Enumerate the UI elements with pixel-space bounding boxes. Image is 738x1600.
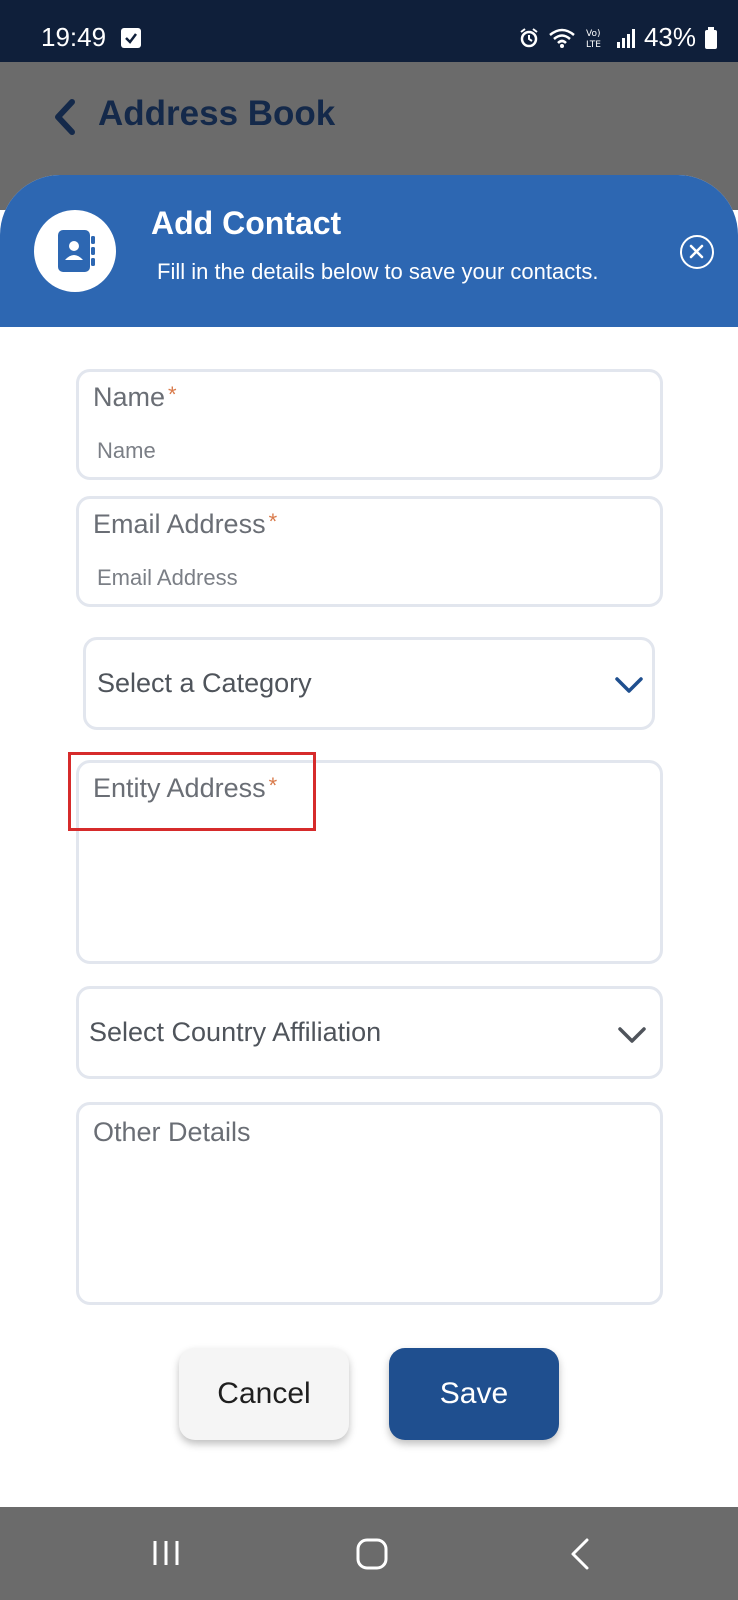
battery-percentage: 43% xyxy=(643,22,696,52)
name-input[interactable]: Name xyxy=(97,438,156,464)
cancel-button[interactable]: Cancel xyxy=(179,1348,349,1440)
category-select-value: Select a Category xyxy=(97,668,312,698)
country-select-value: Select Country Affiliation xyxy=(89,1017,382,1047)
email-field[interactable]: Email Address * Email Address xyxy=(76,496,663,607)
chevron-down-icon xyxy=(618,1027,646,1043)
country-select[interactable]: Select Country Affiliation xyxy=(76,986,663,1079)
modal-title: Add Contact xyxy=(151,205,342,241)
chevron-down-icon xyxy=(615,677,643,693)
close-icon[interactable] xyxy=(680,235,714,269)
highlight-box xyxy=(68,752,316,831)
svg-text:Vo): Vo) xyxy=(586,29,600,39)
nav-back-icon[interactable] xyxy=(568,1537,592,1571)
status-icons: Vo) LTE 43% xyxy=(518,22,718,53)
signal-icon xyxy=(616,28,635,48)
other-details-label: Other Details xyxy=(93,1117,251,1147)
status-time: 19:49 xyxy=(41,22,107,52)
recents-icon[interactable] xyxy=(150,1537,182,1569)
svg-text:LTE: LTE xyxy=(586,40,601,50)
name-label: Name * xyxy=(93,382,177,412)
wifi-icon xyxy=(549,28,575,48)
modal-subtitle: Fill in the details below to save your c… xyxy=(157,259,599,284)
contact-book-icon xyxy=(34,210,116,292)
volte-icon: Vo)LTE xyxy=(586,29,601,50)
system-nav-bar xyxy=(0,1507,738,1600)
checkbox-icon xyxy=(121,28,141,48)
email-input[interactable]: Email Address xyxy=(97,565,238,591)
category-select[interactable]: Select a Category xyxy=(83,637,655,730)
name-field[interactable]: Name * Name xyxy=(76,369,663,480)
required-mark: * xyxy=(268,509,278,534)
home-icon[interactable] xyxy=(355,1537,389,1571)
alarm-icon xyxy=(520,27,538,47)
page-title: Address Book xyxy=(98,94,336,133)
back-arrow-icon[interactable] xyxy=(52,98,78,136)
save-button[interactable]: Save xyxy=(389,1348,559,1440)
battery-icon xyxy=(705,26,717,49)
modal-header: Add Contact Fill in the details below to… xyxy=(0,175,738,327)
email-label: Email Address * xyxy=(93,509,278,539)
other-details-field[interactable]: Other Details xyxy=(76,1102,663,1305)
required-mark: * xyxy=(168,382,177,407)
status-bar: 19:49 Vo) LTE 43% xyxy=(0,0,738,62)
